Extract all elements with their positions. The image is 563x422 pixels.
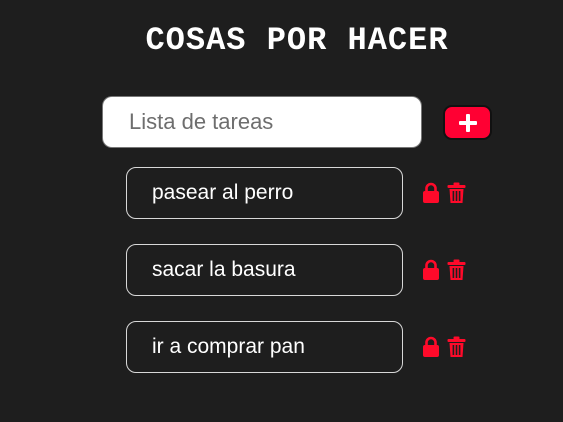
trash-icon[interactable] [446,258,466,282]
task-item: pasear al perro [126,167,486,219]
task-box: ir a comprar pan [126,321,403,373]
task-item: ir a comprar pan [126,321,486,373]
plus-icon [458,113,477,132]
task-box: sacar la basura [126,244,403,296]
trash-icon[interactable] [446,181,466,205]
task-text: pasear al perro [152,181,294,204]
page-title: COSAS POR HACER [145,22,449,59]
lock-icon[interactable] [421,335,441,359]
todo-app: COSAS POR HACER pasear al perro [0,0,563,422]
task-text: sacar la basura [152,258,296,281]
lock-icon[interactable] [421,258,441,282]
lock-icon[interactable] [421,181,441,205]
task-item: sacar la basura [126,244,486,296]
task-box: pasear al perro [126,167,403,219]
add-task-button[interactable] [443,105,492,140]
task-input[interactable] [103,97,421,147]
trash-icon[interactable] [446,335,466,359]
task-text: ir a comprar pan [152,335,305,358]
